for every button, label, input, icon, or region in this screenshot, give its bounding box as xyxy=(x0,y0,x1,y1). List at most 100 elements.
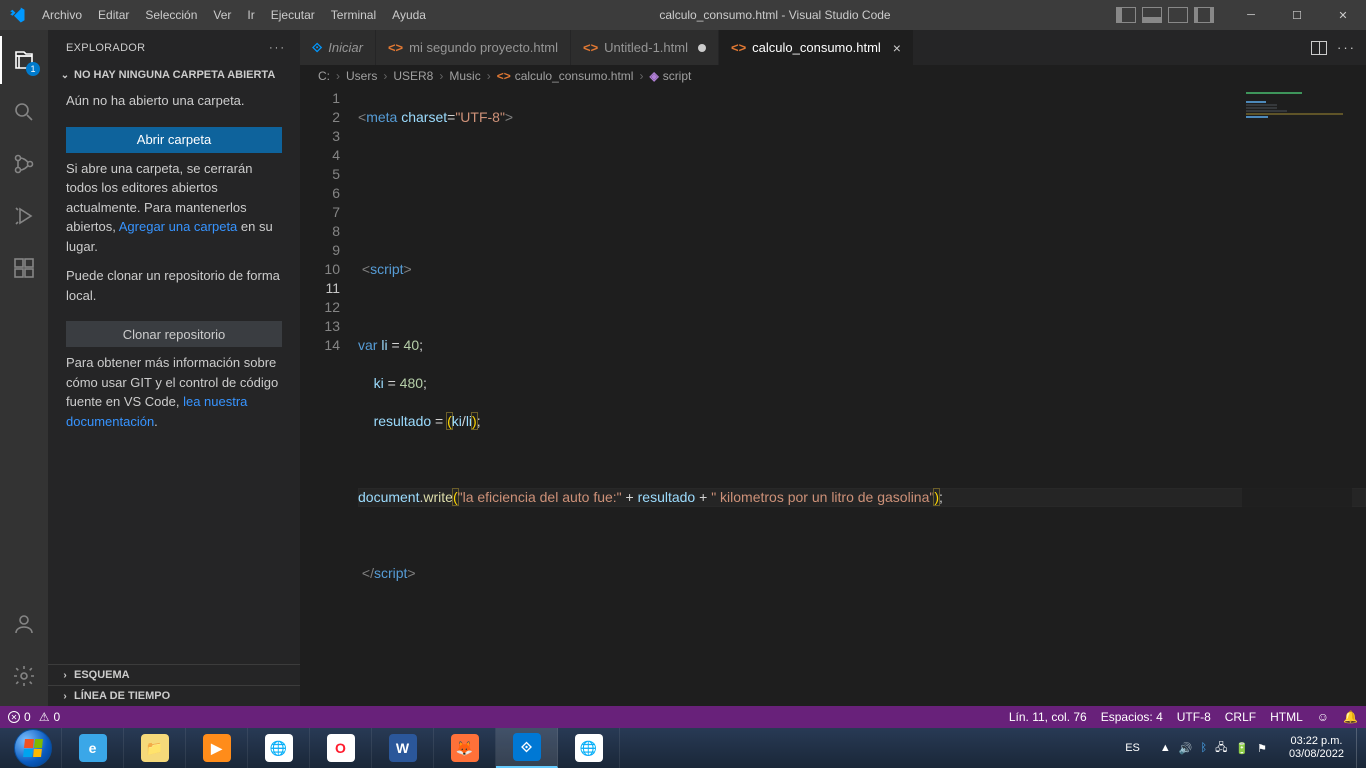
menu-run[interactable]: Ejecutar xyxy=(263,0,323,30)
status-errors[interactable]: ✕0 xyxy=(8,710,31,724)
bc-file[interactable]: calculo_consumo.html xyxy=(515,69,634,83)
activity-bar: 1 xyxy=(0,30,48,706)
status-spaces[interactable]: Espacios: 4 xyxy=(1101,710,1163,724)
taskbar-clock[interactable]: 03:22 p.m. 03/08/2022 xyxy=(1277,735,1356,761)
minimize-button[interactable]: ─ xyxy=(1228,0,1274,30)
bc-part[interactable]: USER8 xyxy=(393,69,433,83)
section-no-folder-label: NO HAY NINGUNA CARPETA ABIERTA xyxy=(74,69,275,81)
tray-bluetooth-icon[interactable]: ᛒ xyxy=(1200,742,1207,754)
start-button[interactable] xyxy=(0,728,62,768)
status-warnings[interactable]: ⚠0 xyxy=(39,710,60,724)
taskbar-chrome[interactable]: 🌐 xyxy=(248,728,310,768)
show-desktop-button[interactable] xyxy=(1356,728,1366,768)
windows-taskbar: e 📁 ▶ 🌐 O W 🦊 ⟐ 🌐 ES ▲ 🔊 ᛒ 🖧 🔋 ⚑ 03:22 p… xyxy=(0,728,1366,768)
section-outline[interactable]: ›ESQUEMA xyxy=(48,664,300,685)
maximize-button[interactable]: ☐ xyxy=(1274,0,1320,30)
taskbar-opera[interactable]: O xyxy=(310,728,372,768)
minimap[interactable] xyxy=(1242,87,1352,706)
activity-extensions[interactable] xyxy=(0,244,48,292)
tab-label: calculo_consumo.html xyxy=(752,40,881,55)
add-folder-link[interactable]: Agregar una carpeta xyxy=(119,219,238,234)
taskbar-language[interactable]: ES xyxy=(1115,742,1150,754)
window-controls: ─ ☐ ✕ xyxy=(1228,0,1366,30)
no-folder-text: Aún no ha abierto una carpeta. xyxy=(66,91,282,111)
sidebar-header: EXPLORADOR ··· xyxy=(48,30,300,65)
editor-area: ⟐ Iniciar <> mi segundo proyecto.html <>… xyxy=(300,30,1366,706)
bc-part[interactable]: C: xyxy=(318,69,330,83)
taskbar-vscode[interactable]: ⟐ xyxy=(496,728,558,768)
status-lncol[interactable]: Lín. 11, col. 76 xyxy=(1009,710,1087,724)
warning-icon: ⚠ xyxy=(39,710,50,724)
section-no-folder[interactable]: ⌄ NO HAY NINGUNA CARPETA ABIERTA xyxy=(48,65,300,85)
menu-view[interactable]: Ver xyxy=(205,0,239,30)
tray-battery-icon[interactable]: 🔋 xyxy=(1235,742,1249,755)
activity-scm[interactable] xyxy=(0,140,48,188)
vscode-logo-icon xyxy=(0,6,34,24)
taskbar-media[interactable]: ▶ xyxy=(186,728,248,768)
tab-label: Iniciar xyxy=(328,40,363,55)
activity-explorer[interactable]: 1 xyxy=(0,36,48,84)
bc-part[interactable]: Music xyxy=(449,69,480,83)
status-bar: ✕0 ⚠0 Lín. 11, col. 76 Espacios: 4 UTF-8… xyxy=(0,706,1366,728)
activity-debug[interactable] xyxy=(0,192,48,240)
menu-go[interactable]: Ir xyxy=(239,0,262,30)
more-actions-icon[interactable]: ··· xyxy=(1337,40,1356,55)
status-feedback-icon[interactable]: ☺ xyxy=(1317,710,1329,724)
menu-edit[interactable]: Editar xyxy=(90,0,137,30)
vscode-icon: ⟐ xyxy=(312,40,322,56)
chevron-right-icon: › xyxy=(437,69,445,83)
chevron-right-icon: › xyxy=(637,69,645,83)
sidebar-more-icon[interactable]: ··· xyxy=(269,42,286,54)
status-encoding[interactable]: UTF-8 xyxy=(1177,710,1211,724)
sidebar-title: EXPLORADOR xyxy=(66,42,145,54)
activity-account[interactable] xyxy=(0,600,48,648)
toggle-secondary-icon[interactable] xyxy=(1168,7,1188,23)
taskbar-chrome2[interactable]: 🌐 xyxy=(558,728,620,768)
menu-selection[interactable]: Selección xyxy=(137,0,205,30)
section-outline-label: ESQUEMA xyxy=(74,669,130,681)
bc-symbol[interactable]: script xyxy=(663,69,692,83)
code-content[interactable]: <meta charset="UTF-8"> <script> var li =… xyxy=(358,87,1366,706)
menu-help[interactable]: Ayuda xyxy=(384,0,434,30)
tab-label: Untitled-1.html xyxy=(604,40,688,55)
tab-bar: ⟐ Iniciar <> mi segundo proyecto.html <>… xyxy=(300,30,1366,65)
taskbar-explorer[interactable]: 📁 xyxy=(124,728,186,768)
toggle-sidebar-icon[interactable] xyxy=(1116,7,1136,23)
taskbar-ie[interactable]: e xyxy=(62,728,124,768)
editor-body[interactable]: 1234567891011121314 <meta charset="UTF-8… xyxy=(300,87,1366,706)
layout-controls[interactable] xyxy=(1116,7,1228,23)
explorer-sidebar: EXPLORADOR ··· ⌄ NO HAY NINGUNA CARPETA A… xyxy=(48,30,300,706)
bc-part[interactable]: Users xyxy=(346,69,377,83)
chevron-right-icon: › xyxy=(334,69,342,83)
tab-welcome[interactable]: ⟐ Iniciar xyxy=(300,30,376,65)
taskbar-word[interactable]: W xyxy=(372,728,434,768)
open-folder-button[interactable]: Abrir carpeta xyxy=(66,127,282,153)
taskbar-time: 03:22 p.m. xyxy=(1289,735,1344,748)
tray-volume-icon[interactable]: 🔊 xyxy=(1179,742,1193,755)
menu-terminal[interactable]: Terminal xyxy=(323,0,384,30)
tray-flag-icon[interactable]: ⚑ xyxy=(1257,742,1267,755)
split-editor-icon[interactable] xyxy=(1311,41,1327,55)
activity-settings[interactable] xyxy=(0,652,48,700)
tab-calculo[interactable]: <> calculo_consumo.html × xyxy=(719,30,914,65)
activity-search[interactable] xyxy=(0,88,48,136)
status-language[interactable]: HTML xyxy=(1270,710,1303,724)
menu-file[interactable]: Archivo xyxy=(34,0,90,30)
tab-untitled[interactable]: <> Untitled-1.html xyxy=(571,30,719,65)
status-notifications-icon[interactable]: 🔔 xyxy=(1343,710,1358,724)
taskbar-firefox[interactable]: 🦊 xyxy=(434,728,496,768)
close-button[interactable]: ✕ xyxy=(1320,0,1366,30)
tray-network-icon[interactable]: 🖧 xyxy=(1215,739,1227,758)
tab-proyecto[interactable]: <> mi segundo proyecto.html xyxy=(376,30,571,65)
toggle-panel-icon[interactable] xyxy=(1142,7,1162,23)
breadcrumb[interactable]: C:› Users› USER8› Music› <> calculo_cons… xyxy=(300,65,1366,87)
chevron-down-icon: ⌄ xyxy=(60,70,70,81)
title-bar: Archivo Editar Selección Ver Ir Ejecutar… xyxy=(0,0,1366,30)
status-eol[interactable]: CRLF xyxy=(1225,710,1256,724)
section-timeline[interactable]: ›LÍNEA DE TIEMPO xyxy=(48,685,300,706)
tray-up-icon[interactable]: ▲ xyxy=(1160,742,1171,754)
clone-repo-button[interactable]: Clonar repositorio xyxy=(66,321,282,347)
system-tray[interactable]: ▲ 🔊 ᛒ 🖧 🔋 ⚑ xyxy=(1150,739,1277,758)
customize-layout-icon[interactable] xyxy=(1194,7,1214,23)
tab-close-icon[interactable]: × xyxy=(893,41,901,55)
